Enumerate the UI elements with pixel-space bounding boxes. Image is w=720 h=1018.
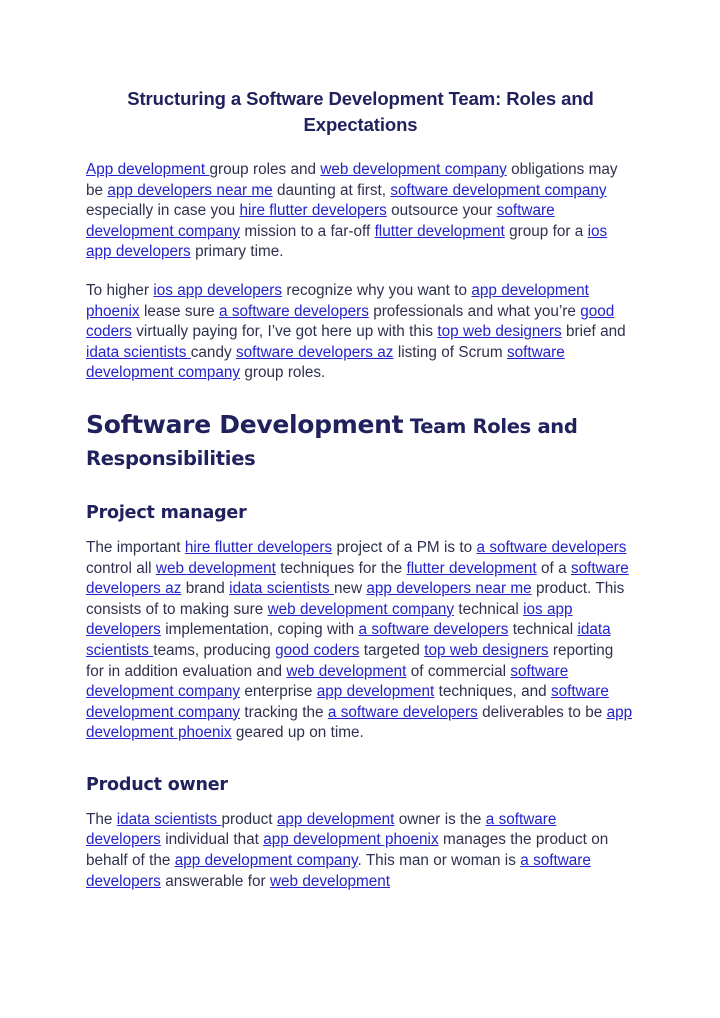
inline-link[interactable]: flutter development (406, 560, 536, 577)
inline-text: especially in case you (86, 202, 240, 220)
inline-link[interactable]: a software developers (328, 704, 478, 721)
section-heading-primary: Software Development (86, 409, 404, 439)
inline-text: tracking the (240, 703, 328, 721)
inline-text: recognize why you want to (282, 281, 472, 299)
paragraph-product-owner: The idata scientists product app develop… (86, 810, 635, 892)
inline-text: techniques for the (275, 559, 407, 577)
inline-link[interactable]: software developers az (236, 344, 394, 361)
paragraph-intro-1: App development group roles and web deve… (86, 160, 635, 263)
inline-text: candy (190, 343, 236, 361)
inline-text: new (333, 580, 367, 598)
inline-text: technical (454, 600, 524, 618)
inline-link[interactable]: hire flutter developers (239, 202, 386, 219)
inline-text: of a (536, 559, 571, 577)
inline-text: product (221, 810, 277, 828)
inline-text: daunting at first, (272, 181, 391, 199)
subheading-project-manager: Project manager (86, 502, 247, 523)
inline-link[interactable]: web development (270, 873, 390, 890)
inline-text: . This man or woman is (357, 852, 521, 870)
inline-link[interactable]: app developers near me (366, 580, 531, 597)
inline-text: group for a (504, 222, 588, 240)
inline-link[interactable]: app development (317, 683, 434, 700)
inline-text: virtually paying for, I’ve got here up w… (131, 323, 438, 341)
inline-link[interactable]: top web designers (424, 642, 548, 659)
inline-text: brand (181, 580, 230, 598)
inline-link[interactable]: web development company (268, 601, 454, 618)
inline-text: primary time. (190, 243, 284, 261)
paragraph-intro-2: To higher ios app developers recognize w… (86, 281, 635, 384)
inline-link[interactable]: app development (277, 811, 394, 828)
inline-text: enterprise (240, 683, 317, 701)
inline-link[interactable]: software development company (390, 182, 606, 199)
inline-text: To higher (86, 281, 154, 299)
inline-text: outsource your (386, 202, 497, 220)
inline-link[interactable]: idata scientists (86, 344, 191, 361)
document-page: Structuring a Software Development Team:… (0, 0, 720, 1018)
inline-text: listing of Scrum (393, 343, 507, 361)
inline-text: brief and (561, 323, 626, 341)
inline-link[interactable]: idata scientists (229, 580, 334, 597)
inline-link[interactable]: web development (286, 663, 406, 680)
inline-text: group roles and (209, 161, 321, 178)
inline-text: professionals and what you’re (368, 302, 581, 320)
inline-link[interactable]: a software developers (359, 621, 509, 638)
inline-link[interactable]: hire flutter developers (185, 539, 332, 556)
inline-link[interactable]: good coders (275, 642, 359, 659)
inline-text: implementation, coping with (160, 621, 359, 639)
inline-text: owner is the (394, 810, 486, 828)
inline-text: project of a PM is to (332, 538, 477, 556)
inline-link[interactable]: web development (156, 560, 276, 577)
inline-text: of commercial (406, 662, 511, 680)
inline-text: answerable for (160, 872, 270, 890)
page-title: Structuring a Software Development Team:… (127, 88, 594, 135)
inline-text: group roles. (240, 364, 326, 382)
inline-text: targeted (359, 641, 425, 659)
inline-text: lease sure (139, 302, 219, 320)
inline-link[interactable]: app development phoenix (263, 831, 438, 848)
inline-text: deliverables to be (477, 703, 607, 721)
inline-link[interactable]: ios app developers (153, 282, 282, 299)
inline-link[interactable]: app development company (175, 852, 358, 869)
inline-text: technical (508, 621, 578, 639)
inline-text: The important (86, 538, 185, 556)
inline-text: mission to a far-off (240, 222, 375, 240)
inline-text: control all (86, 559, 156, 577)
inline-link[interactable]: flutter development (375, 223, 505, 240)
paragraph-project-manager: The important hire flutter developers pr… (86, 538, 635, 744)
inline-text: teams, producing (153, 641, 276, 659)
inline-text: geared up on time. (231, 724, 364, 742)
inline-link[interactable]: top web designers (437, 323, 561, 340)
inline-link[interactable]: a software developers (219, 303, 369, 320)
subheading-product-owner: Product owner (86, 774, 228, 795)
document-content: Structuring a Software Development Team:… (86, 86, 635, 910)
inline-text: The (86, 810, 117, 828)
inline-link[interactable]: app developers near me (107, 182, 272, 199)
inline-link[interactable]: App development (86, 161, 210, 178)
inline-link[interactable]: web development company (320, 161, 506, 178)
inline-text: individual that (160, 831, 264, 849)
inline-link[interactable]: idata scientists (117, 811, 222, 828)
section-heading-roles: Software Development Team Roles and Resp… (86, 410, 635, 474)
inline-link[interactable]: a software developers (477, 539, 627, 556)
inline-text: techniques, and (434, 683, 552, 701)
